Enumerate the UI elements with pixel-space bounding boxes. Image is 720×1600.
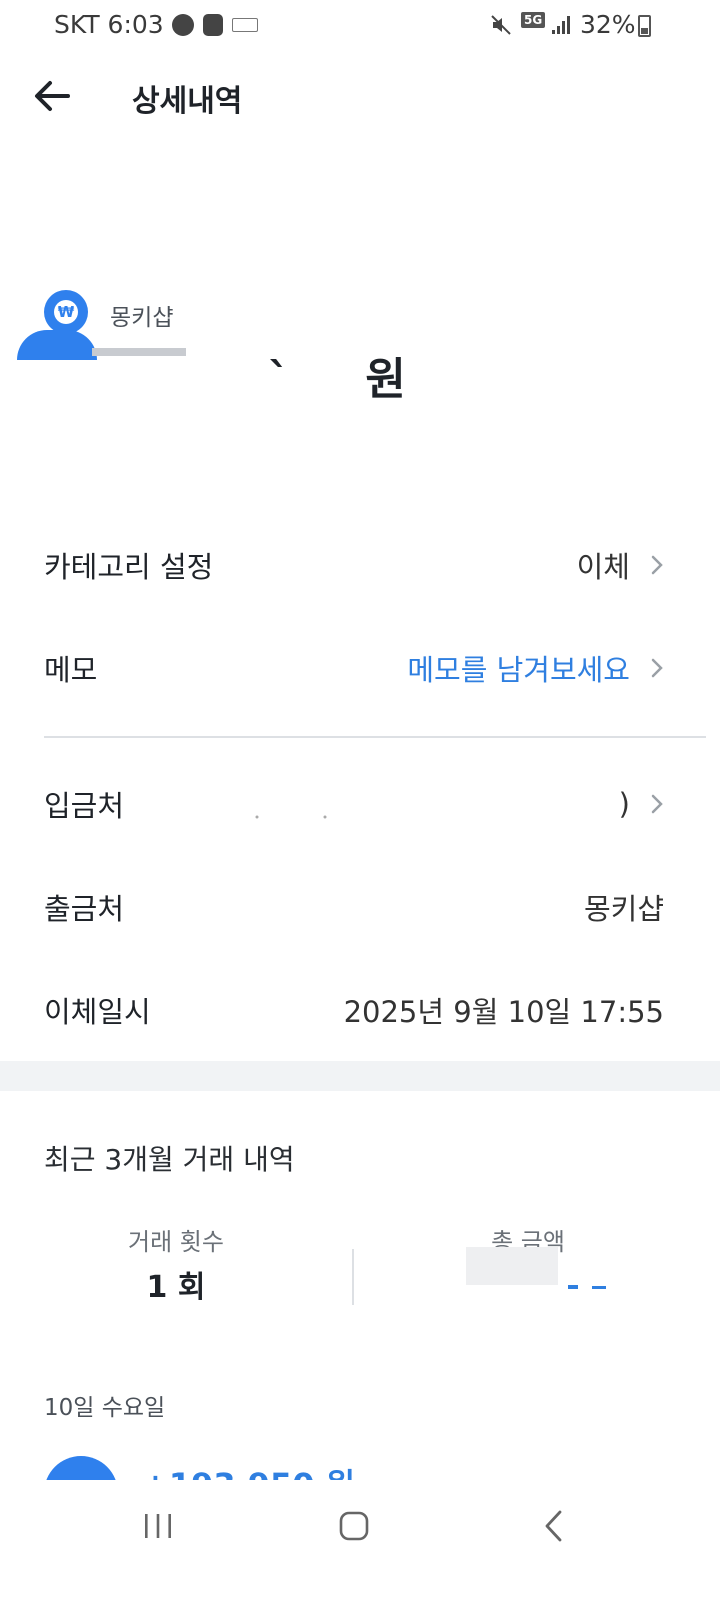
- home-icon: [339, 1511, 369, 1541]
- signal-icon: [552, 16, 570, 34]
- section-separator-band: [0, 1061, 720, 1091]
- redacted-region: [92, 348, 186, 356]
- memo-label: 메모: [44, 653, 98, 687]
- status-bar: SKT 6:03 5G 32%: [0, 0, 720, 52]
- category-setting-row[interactable]: 카테고리 설정 이체: [44, 535, 664, 595]
- redacted-region: [255, 815, 327, 819]
- redacted-region: [466, 1247, 558, 1285]
- recents-icon: [145, 1514, 171, 1538]
- redacted-region: [568, 1285, 606, 1289]
- status-carrier-time: SKT 6:03: [54, 10, 164, 39]
- home-button[interactable]: [324, 1504, 384, 1548]
- memo-placeholder: 메모를 남겨보세요: [407, 653, 630, 687]
- date-value: 2025년 9월 10일 17:55: [343, 995, 664, 1029]
- category-label: 카테고리 설정: [44, 550, 214, 584]
- page-title: 상세내역: [132, 84, 243, 119]
- category-value: 이체: [576, 550, 630, 584]
- withdraw-account-row: 출금처 몽키샵: [44, 877, 664, 937]
- mute-icon: [491, 15, 511, 35]
- network-type-indicator: 5G: [521, 12, 546, 28]
- recent-history-title: 최근 3개월 거래 내역: [44, 1143, 295, 1176]
- day-header: 10일 수요일: [44, 1395, 166, 1421]
- deposit-account-row[interactable]: 입금처 ): [44, 774, 664, 834]
- deposit-label: 입금처: [44, 789, 125, 823]
- merchant-avatar: ₩: [44, 290, 88, 334]
- cultureland-notification-icon: [232, 18, 258, 32]
- transaction-count-label: 거래 횟수: [128, 1228, 224, 1256]
- transaction-amount: ˋ 원: [268, 354, 436, 405]
- system-nav-bar: [0, 1484, 720, 1568]
- recents-button[interactable]: [128, 1504, 188, 1548]
- transaction-count-value: 1 회: [146, 1270, 206, 1305]
- transfer-date-row: 이체일시 2025년 9월 10일 17:55: [44, 980, 664, 1040]
- withdraw-label: 출금처: [44, 892, 125, 926]
- section-divider: [44, 736, 706, 738]
- app-notification-icon: [203, 14, 223, 36]
- arrow-left-icon: [35, 81, 70, 111]
- memo-row[interactable]: 메모 메모를 남겨보세요: [44, 638, 664, 698]
- app-bar: 상세내역: [0, 56, 720, 136]
- chevron-right-icon: [651, 555, 663, 575]
- battery-icon: [638, 15, 651, 37]
- system-back-button[interactable]: [524, 1504, 584, 1548]
- chevron-left-icon: [545, 1510, 562, 1542]
- withdraw-value: 몽키샵: [583, 892, 664, 926]
- battery-percent: 32%: [580, 10, 636, 39]
- deposit-value: ): [618, 787, 630, 821]
- chevron-right-icon: [651, 658, 663, 678]
- back-button[interactable]: [28, 72, 76, 120]
- stat-divider: [352, 1249, 354, 1305]
- redacted-region: [17, 330, 97, 360]
- won-coin-icon: ₩: [54, 300, 78, 324]
- chevron-right-icon: [651, 794, 663, 814]
- date-label: 이체일시: [44, 995, 151, 1029]
- merchant-name: 몽키샵: [110, 305, 174, 331]
- eats-notification-icon: [172, 14, 194, 36]
